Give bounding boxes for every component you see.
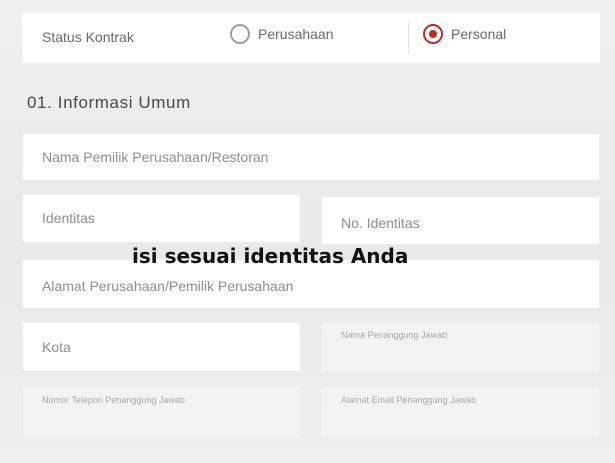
pic-phone-input[interactable] [23,387,300,437]
radio-checked-icon[interactable] [423,24,443,44]
pic-email-field-wrapper [321,386,600,438]
identity-no-input[interactable] [322,197,599,244]
section-title: 01. Informasi Umum [27,93,191,112]
pic-name-input[interactable] [322,323,599,371]
contract-form-page: Status Kontrak Perusahaan Personal 01. I… [0,0,615,463]
pic-phone-field-wrapper [22,386,301,438]
status-kontrak-label: Status Kontrak [42,29,134,45]
pic-name-field-wrapper [321,322,600,372]
radio-perusahaan-label[interactable]: Perusahaan [258,26,334,42]
owner-name-field-wrapper [22,133,600,181]
city-field-wrapper [22,322,301,372]
identity-field-wrapper [22,194,301,243]
pic-email-input[interactable] [322,387,599,437]
identity-input[interactable] [23,195,300,242]
radio-perusahaan[interactable]: Perusahaan [230,24,334,44]
radio-unchecked-icon[interactable] [230,24,250,44]
radio-personal-label[interactable]: Personal [451,26,506,42]
status-divider [408,22,409,54]
instruction-overlay-text: isi sesuai identitas Anda [132,244,409,268]
owner-name-input[interactable] [23,134,599,180]
status-kontrak-row: Status Kontrak Perusahaan Personal [22,13,600,63]
radio-personal[interactable]: Personal [423,24,506,44]
identity-no-field-wrapper [321,196,600,245]
city-input[interactable] [23,323,300,371]
